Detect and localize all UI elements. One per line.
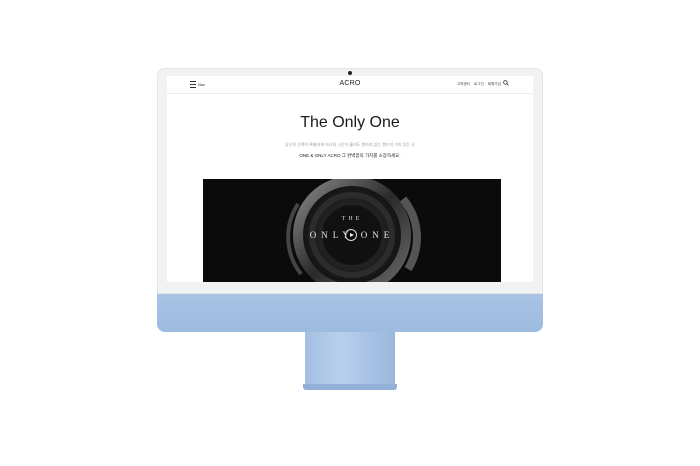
imac-monitor: Nav ACRO 고객센터 로그인 회원가입 The Only One 당신의 … [157,68,543,332]
site-header: Nav ACRO 고객센터 로그인 회원가입 [167,76,533,94]
monitor-chin [157,294,543,332]
link-login[interactable]: 로그인 [474,82,484,87]
monitor-bezel: Nav ACRO 고객센터 로그인 회원가입 The Only One 당신의 … [157,68,543,294]
camera-dot [348,71,352,75]
hero-tagline: ONE & ONLY ACRO 그 완벽함의 가치를 소장하세요. [299,153,401,158]
link-signup[interactable]: 회원가입 [488,82,501,87]
hero-subtitle: 당신의 선택이 특별하게 하나의 시간이 흘러도 변하지 않는 캔드의 가치 있… [285,142,415,147]
page-title: The Only One [300,114,400,131]
search-icon[interactable] [503,80,509,86]
link-customer-center[interactable]: 고객센터 [457,82,470,87]
monitor-stand [305,332,395,384]
promo-video[interactable]: THE ONLY ONE [203,179,501,282]
video-title-line1: THE [341,216,363,222]
utility-links: 고객센터 로그인 회원가입 [457,82,501,87]
play-icon[interactable] [345,229,357,241]
monitor-stand-base [303,384,397,390]
screen: Nav ACRO 고객센터 로그인 회원가입 The Only One 당신의 … [167,76,533,282]
